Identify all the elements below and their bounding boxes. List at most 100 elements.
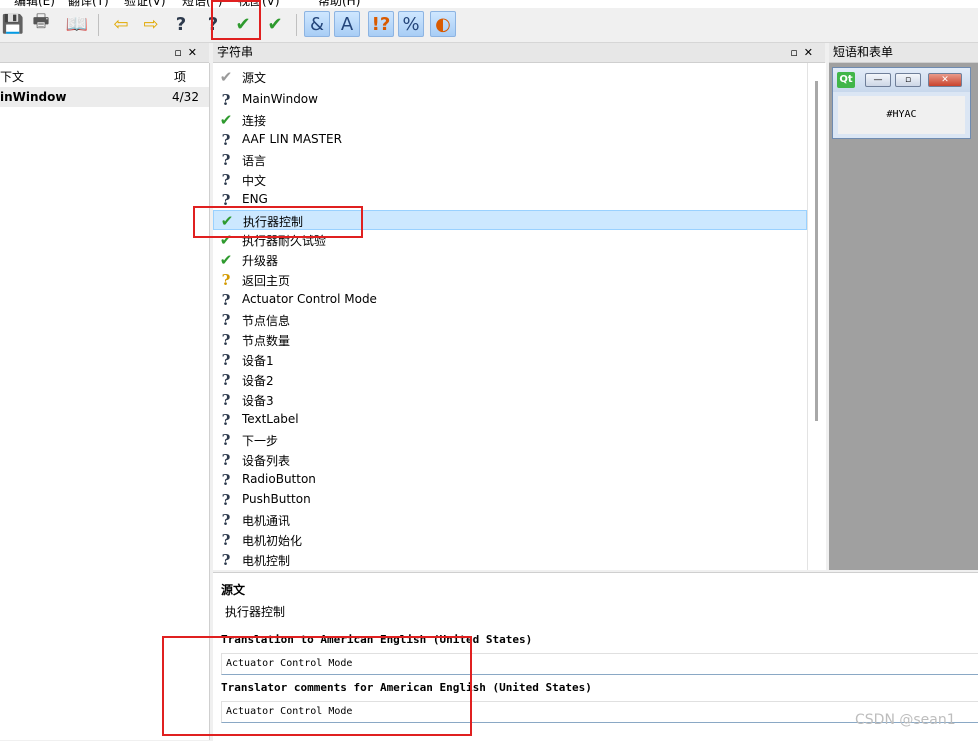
- menu-help[interactable]: 帮助(H): [318, 0, 360, 8]
- source-label: 源文: [221, 583, 246, 597]
- prev-unfinished-icon[interactable]: ?: [168, 11, 194, 37]
- question-icon: ?: [221, 191, 231, 209]
- panel-float-close-icon[interactable]: ▫✕: [790, 43, 819, 62]
- string-source-text: AAF LIN MASTER: [242, 132, 342, 146]
- string-row[interactable]: ✔ 执行器耐久试验: [213, 230, 807, 250]
- string-row[interactable]: ? 语言: [213, 150, 807, 170]
- string-row[interactable]: ? 电机初始化: [213, 530, 807, 550]
- string-row[interactable]: ? 下一步: [213, 430, 807, 450]
- context-name: inWindow: [0, 90, 67, 104]
- string-source-text: 设备3: [242, 394, 274, 408]
- panel-float-close-icon[interactable]: ▫✕: [174, 43, 203, 62]
- strings-panel-titlebar: 字符串 ▫✕: [213, 43, 825, 63]
- string-source-text: ENG: [242, 192, 268, 206]
- string-row[interactable]: ✔ 执行器控制: [213, 210, 807, 230]
- string-row[interactable]: ✔ 连接: [213, 110, 807, 130]
- string-row[interactable]: ? MainWindow: [213, 90, 807, 110]
- context-header-col1[interactable]: 下文: [0, 68, 24, 85]
- context-header-col2[interactable]: 项: [174, 68, 186, 85]
- question-icon: ?: [221, 531, 231, 549]
- string-source-text: 节点信息: [242, 314, 291, 328]
- string-row[interactable]: ? 节点数量: [213, 330, 807, 350]
- string-row[interactable]: ? 电机控制: [213, 550, 807, 570]
- question-icon: ?: [221, 351, 231, 369]
- form-preview-area: Qt — ▫ ✕ #HYAC: [829, 63, 978, 570]
- minimize-icon[interactable]: —: [865, 73, 891, 87]
- strings-panel-title: 字符串: [217, 45, 254, 59]
- phrase-book-icon[interactable]: 📖: [64, 11, 90, 37]
- question-icon: ?: [221, 411, 231, 429]
- close-icon[interactable]: ✕: [928, 73, 962, 87]
- string-row[interactable]: ? AAF LIN MASTER: [213, 130, 807, 150]
- string-source-text: 连接: [242, 114, 267, 128]
- done-next-icon[interactable]: ✔: [230, 11, 256, 37]
- string-row[interactable]: ? 返回主页: [213, 270, 807, 290]
- checkmark-icon: ✔: [220, 212, 234, 230]
- string-source-text: MainWindow: [242, 92, 318, 106]
- question-icon: ?: [221, 451, 231, 469]
- toolbar: 💾 🖶 📖 ⇦ ⇨ ? ? ✔ ✔ & A !? % ◐: [0, 8, 978, 43]
- context-row[interactable]: inWindow 4/32: [0, 87, 209, 107]
- done-icon[interactable]: ✔: [262, 11, 288, 37]
- accelerators-icon[interactable]: &: [304, 11, 330, 37]
- string-row[interactable]: ? PushButton: [213, 490, 807, 510]
- string-source-text: TextLabel: [242, 412, 299, 426]
- string-row[interactable]: ? 中文: [213, 170, 807, 190]
- string-row[interactable]: ? Actuator Control Mode: [213, 290, 807, 310]
- string-row[interactable]: ? 电机通讯: [213, 510, 807, 530]
- question-icon: ?: [221, 551, 231, 569]
- checkmark-icon: ✔: [219, 68, 233, 86]
- menu-translate[interactable]: 翻译(T): [68, 0, 109, 8]
- ending-punctuation-icon[interactable]: A: [334, 11, 360, 37]
- string-source-text: 电机初始化: [242, 534, 303, 548]
- next-unfinished-icon[interactable]: ?: [200, 11, 226, 37]
- context-list-header: 下文 项: [0, 63, 209, 88]
- string-row[interactable]: ? 设备列表: [213, 450, 807, 470]
- checkmark-icon: ✔: [219, 251, 233, 269]
- string-row[interactable]: ? 设备1: [213, 350, 807, 370]
- string-source-text: 节点数量: [242, 334, 291, 348]
- question-icon: ?: [221, 151, 231, 169]
- question-icon: ?: [221, 391, 231, 409]
- menu-bar: 编辑(E) 翻译(T) 验证(V) 短语(P) 视图(V) 帮助(H): [0, 0, 978, 8]
- surrounding-whitespace-icon[interactable]: ◐: [430, 11, 456, 37]
- phrase-matches-icon[interactable]: !?: [368, 11, 394, 37]
- question-icon: ?: [221, 311, 231, 329]
- menu-edit[interactable]: 编辑(E): [14, 0, 55, 8]
- form-preview-titlebar: Qt — ▫ ✕: [833, 68, 970, 92]
- prev-icon[interactable]: ⇦: [108, 11, 134, 37]
- toolbar-separator: [296, 14, 297, 36]
- strings-list: ✔ 源文 ? MainWindow ✔ 连接? AAF LIN MASTER? 语言? 中文…: [213, 63, 807, 570]
- checkmark-icon: ✔: [219, 231, 233, 249]
- scrollbar-thumb[interactable]: [815, 81, 818, 421]
- string-source-text: 设备列表: [242, 454, 291, 468]
- form-preview-text: #HYAC: [838, 96, 965, 134]
- strings-list-header[interactable]: ✔ 源文: [213, 67, 807, 87]
- string-row[interactable]: ? TextLabel: [213, 410, 807, 430]
- menu-view[interactable]: 视图(V): [238, 0, 280, 8]
- context-list: 下文 项 inWindow 4/32: [0, 63, 210, 740]
- strings-scrollbar[interactable]: [807, 63, 826, 570]
- string-source-text: 执行器耐久试验: [242, 234, 327, 248]
- menu-phrases[interactable]: 短语(P): [182, 0, 223, 8]
- print-icon[interactable]: 🖶: [28, 11, 54, 37]
- string-row[interactable]: ? 设备3: [213, 390, 807, 410]
- next-icon[interactable]: ⇨: [138, 11, 164, 37]
- string-row[interactable]: ✔ 升级器: [213, 250, 807, 270]
- string-source-text: 中文: [242, 174, 267, 188]
- menu-validate[interactable]: 验证(V): [124, 0, 166, 8]
- string-row[interactable]: ? 设备2: [213, 370, 807, 390]
- string-row[interactable]: ? ENG: [213, 190, 807, 210]
- maximize-icon[interactable]: ▫: [895, 73, 921, 87]
- save-icon[interactable]: 💾: [0, 11, 26, 37]
- question-icon: ?: [221, 171, 231, 189]
- string-row[interactable]: ? RadioButton: [213, 470, 807, 490]
- string-row[interactable]: ? 节点信息: [213, 310, 807, 330]
- string-source-text: 升级器: [242, 254, 279, 268]
- place-marker-icon[interactable]: %: [398, 11, 424, 37]
- translation-input[interactable]: Actuator Control Mode: [221, 653, 978, 675]
- string-source-text: 电机控制: [242, 554, 291, 568]
- phrases-panel-title: 短语和表单: [833, 45, 894, 59]
- string-source-text: 设备1: [242, 354, 274, 368]
- string-source-text: 电机通讯: [242, 514, 291, 528]
